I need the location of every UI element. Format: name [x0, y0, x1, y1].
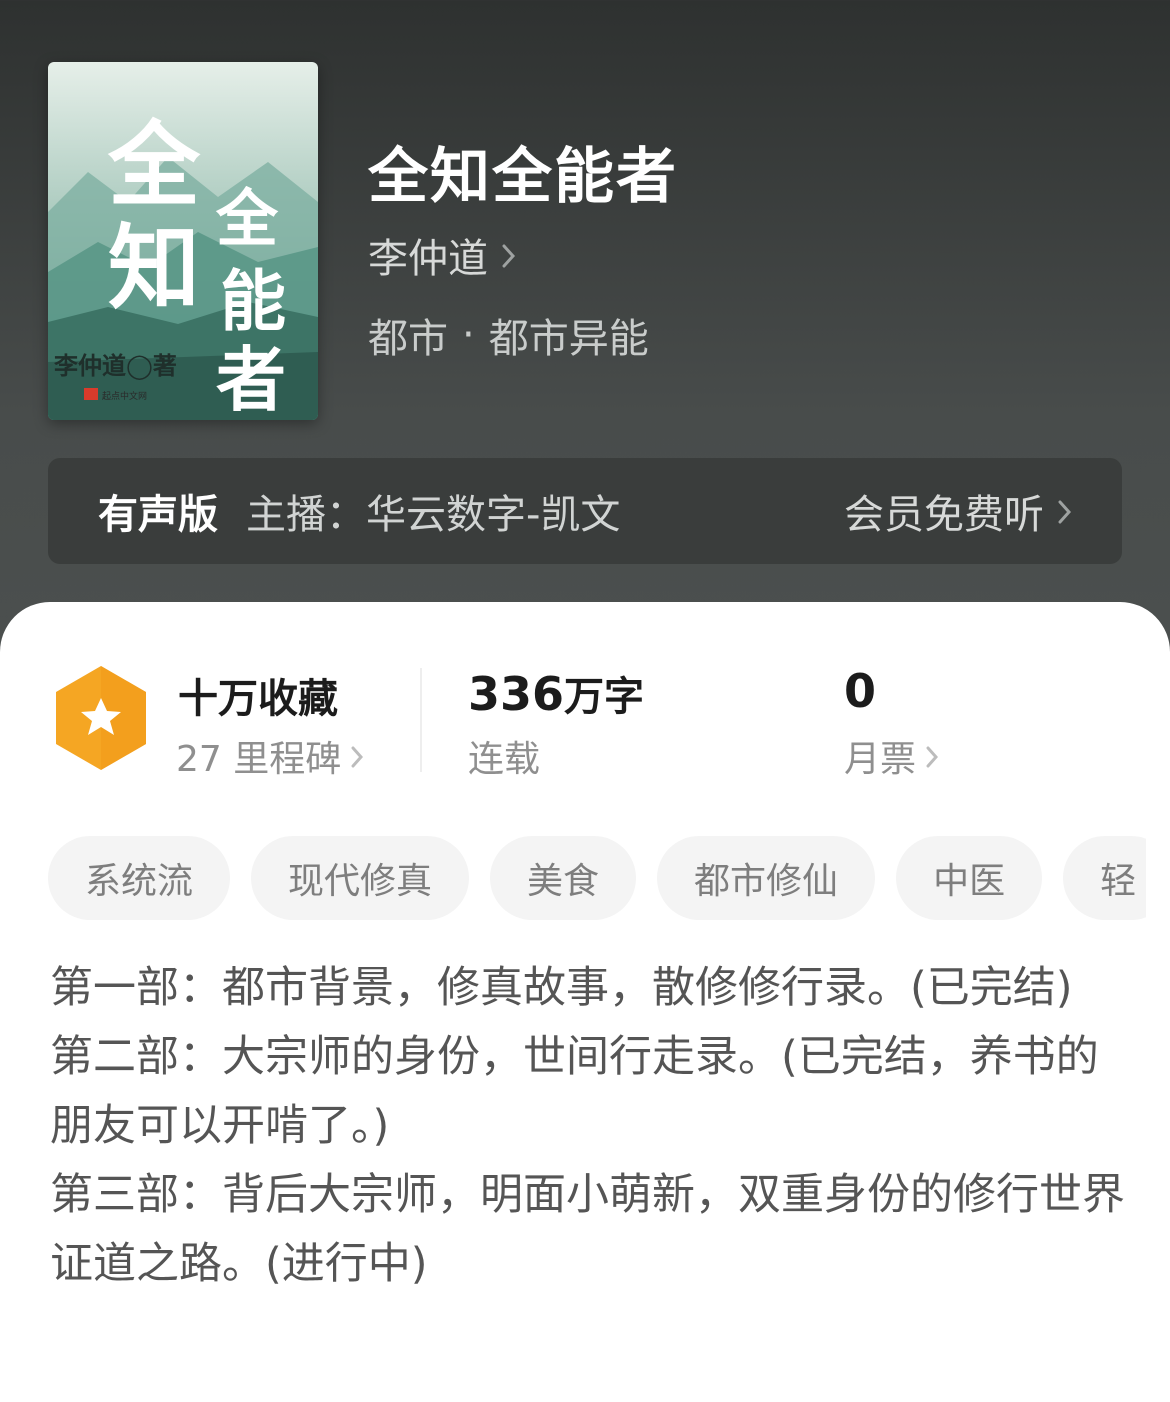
monthly-vote-label: 月票: [844, 739, 917, 780]
description-paragraph: 第三部：背后大宗师，明面小萌新，双重身份的修行世界证道之路。(进行中): [50, 1170, 1125, 1289]
tag-chip[interactable]: 中医: [896, 836, 1043, 920]
chevron-right-icon: [1058, 488, 1072, 534]
serial-status-label: 连载: [468, 739, 541, 780]
audio-host: 主播：华云数字-凯文: [246, 492, 621, 538]
stat-divider: [420, 668, 422, 772]
chevron-right-icon: [502, 232, 516, 278]
cover-publisher: 起点中文网: [102, 390, 147, 402]
cover-title-char: 知: [108, 214, 200, 322]
milestone-link[interactable]: 27 里程碑: [176, 730, 364, 782]
serial-status: 连载: [468, 730, 540, 782]
tag-chip[interactable]: 美食: [490, 836, 637, 920]
member-free-listen-label: 会员免费听: [844, 492, 1044, 538]
genre-line: 都市 · 都市异能: [368, 306, 649, 364]
collection-count: 十万收藏: [178, 676, 338, 722]
monthly-vote-count: 0: [844, 664, 877, 718]
star-badge-icon: [52, 664, 150, 776]
author-name: 李仲道: [368, 236, 488, 282]
cover-title-char: 者: [216, 338, 286, 420]
word-count-unit: 万字: [564, 674, 645, 720]
tag-chip[interactable]: 现代修真: [251, 836, 470, 920]
cover-author: 李仲道◯著: [54, 351, 177, 380]
chevron-right-icon: [351, 736, 364, 777]
publisher-logo: [84, 388, 98, 400]
description-paragraph: 第一部：都市背景，修真故事，散修修行录。(已完结): [50, 963, 1073, 1013]
cover-title-char: 能: [220, 262, 286, 340]
tag-chip[interactable]: 轻: [1063, 836, 1146, 920]
word-count: 336万字: [468, 664, 644, 722]
subcategory-link[interactable]: 都市异能: [489, 306, 649, 364]
book-cover-art: 全 知 全 能 者 李仲道◯著 起点中文网: [48, 62, 318, 420]
audio-version-bar[interactable]: 有声版 主播：华云数字-凯文 会员免费听: [48, 458, 1122, 564]
chevron-right-icon: [926, 736, 939, 777]
book-description[interactable]: 第一部：都市背景，修真故事，散修修行录。(已完结) 第二部：大宗师的身份，世间行…: [50, 954, 1130, 1299]
tag-chip[interactable]: 系统流: [48, 836, 231, 920]
author-link[interactable]: 李仲道: [368, 226, 516, 284]
description-paragraph: 第二部：大宗师的身份，世间行走录。(已完结，养书的朋友可以开啃了。): [50, 1032, 1099, 1151]
tag-list: 系统流 现代修真 美食 都市修仙 中医轻: [48, 836, 1146, 920]
monthly-vote-link[interactable]: 月票: [844, 730, 939, 782]
milestone-count: 27 里程碑: [176, 739, 342, 780]
audio-label: 有声版: [98, 492, 218, 538]
member-free-listen-button[interactable]: 会员免费听: [844, 482, 1072, 540]
word-count-number: 336: [468, 667, 565, 721]
category-link[interactable]: 都市: [368, 306, 448, 364]
category-separator: ·: [462, 312, 475, 358]
book-detail-card: 十万收藏 27 里程碑 336万字 连载 0 月票 系统流 现代修真 美食 都市修仙中…: [0, 602, 1170, 1402]
book-cover[interactable]: 全 知 全 能 者 李仲道◯著 起点中文网: [48, 62, 318, 420]
book-title: 全知全能者: [368, 142, 678, 212]
cover-title-char: 全: [215, 182, 279, 255]
tag-chip[interactable]: 都市修仙: [657, 836, 876, 920]
cover-title-char: 全: [107, 111, 201, 219]
